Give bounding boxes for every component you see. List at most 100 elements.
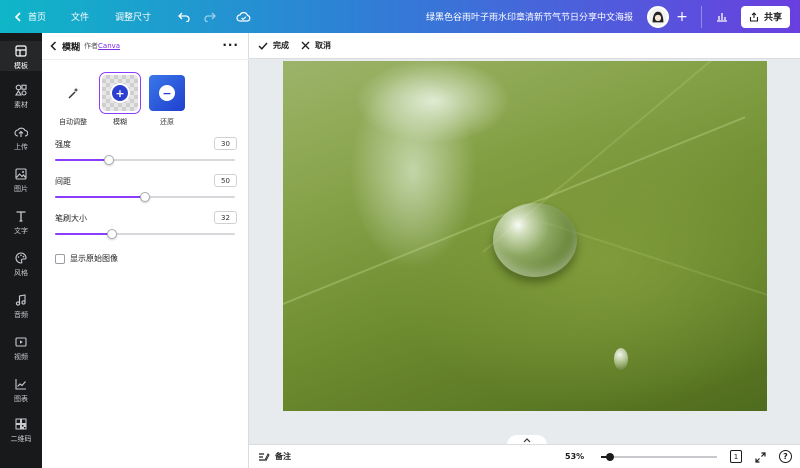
rail-item-elements[interactable]: 素材: [0, 83, 42, 110]
rail-item-audio[interactable]: 音频: [0, 293, 42, 320]
effect-label: 还原: [160, 118, 174, 126]
rail-item-upload[interactable]: 上传: [0, 125, 42, 152]
show-original-checkbox[interactable]: [55, 253, 65, 264]
chart-icon: [14, 377, 28, 391]
brush-size-value-input[interactable]: 32: [214, 211, 237, 224]
video-icon: [14, 335, 28, 349]
author-prefix: 作者: [84, 42, 99, 50]
brush-size-slider[interactable]: [55, 229, 235, 239]
panel-header: 模糊 作者Canva ···: [42, 33, 249, 59]
rail-item-qrcode[interactable]: 二维码: [0, 417, 42, 444]
rail-item-video[interactable]: 视频: [0, 335, 42, 362]
intensity-slider[interactable]: [55, 155, 235, 165]
spacing-label: 间距: [55, 177, 71, 186]
cancel-label: 取消: [315, 41, 331, 50]
intensity-slider-knob[interactable]: [104, 155, 114, 165]
effect-label: 模糊: [113, 118, 127, 126]
undo-icon[interactable]: [177, 0, 191, 33]
qrcode-icon: [14, 417, 28, 431]
insights-icon[interactable]: [700, 5, 731, 28]
rail-item-label: 风格: [14, 269, 28, 277]
text-icon: [14, 209, 28, 223]
show-original-label: 显示原始图像: [70, 254, 118, 263]
page-count-button[interactable]: 1: [730, 450, 742, 463]
brush-size-slider-knob[interactable]: [106, 229, 117, 239]
intensity-slider-row: 强度 30: [55, 137, 237, 167]
water-droplet: [493, 203, 577, 277]
done-button[interactable]: 完成: [258, 40, 289, 51]
rail-item-label: 文字: [14, 227, 28, 235]
rail-item-charts[interactable]: 图表: [0, 377, 42, 404]
magic-wand-icon: [55, 75, 91, 111]
zoom-slider[interactable]: [601, 453, 717, 461]
zoom-slider-knob[interactable]: [606, 453, 615, 461]
user-avatar-icon: [648, 7, 667, 26]
spacing-value-input[interactable]: 50: [214, 174, 237, 187]
music-icon: [14, 293, 28, 307]
resize-button[interactable]: 调整尺寸: [115, 0, 151, 33]
share-button[interactable]: 共享: [740, 5, 790, 28]
template-icon: [14, 44, 28, 58]
intensity-label: 强度: [55, 140, 71, 149]
home-button[interactable]: 首页: [28, 0, 46, 33]
rail-item-styles[interactable]: 风格: [0, 251, 42, 278]
effect-label: 自动调整: [59, 118, 87, 126]
done-label: 完成: [273, 41, 289, 50]
add-collaborator-icon[interactable]: +: [673, 8, 691, 26]
minus-icon: −: [159, 85, 175, 101]
rail-item-label: 二维码: [10, 435, 32, 443]
notes-icon: [259, 452, 270, 462]
rail-item-label: 素材: [14, 101, 28, 109]
brush-size-slider-row: 笔刷大小 32: [55, 211, 237, 241]
back-chevron-icon[interactable]: [12, 0, 24, 33]
spacing-slider-fill: [55, 196, 145, 198]
cloud-saved-icon[interactable]: [235, 0, 251, 33]
canvas-area: [249, 59, 800, 445]
file-menu-button[interactable]: 文件: [71, 0, 89, 33]
panel-divider: [42, 59, 249, 60]
spacing-slider-row: 间距 50: [55, 174, 237, 204]
intensity-slider-fill: [55, 159, 109, 161]
rail-item-photos[interactable]: 图片: [0, 167, 42, 194]
author-link[interactable]: Canva: [98, 42, 120, 50]
rail-item-label: 音频: [14, 311, 28, 319]
spacing-slider[interactable]: [55, 192, 235, 202]
effect-auto-adjust[interactable]: 自动调整: [55, 75, 91, 127]
zoom-level[interactable]: 53%: [565, 452, 584, 461]
effect-options: 自动调整 + 模糊 − 还原: [42, 75, 249, 135]
rail-item-label: 视频: [14, 353, 28, 361]
help-button[interactable]: ?: [779, 450, 792, 463]
panel-back-chevron-icon[interactable]: [50, 41, 60, 51]
blur-panel: 模糊 作者Canva ··· 自动调整 + 模糊 − 还原 强度 30 间距 5…: [42, 33, 249, 468]
leaf-photo[interactable]: [283, 61, 767, 411]
redo-icon[interactable]: [203, 0, 217, 33]
intensity-value-input[interactable]: 30: [214, 137, 237, 150]
spacing-slider-knob[interactable]: [140, 192, 150, 202]
rail-item-label: 模板: [14, 62, 28, 70]
close-icon: [301, 41, 310, 50]
left-rail: 模板 素材 上传 图片 文字 风格 音频 视频 图表 二维码: [0, 33, 42, 468]
avatar[interactable]: [646, 5, 669, 28]
more-options-icon[interactable]: ···: [222, 39, 239, 51]
show-original-row[interactable]: 显示原始图像: [55, 253, 118, 264]
fullscreen-icon[interactable]: [753, 450, 767, 464]
notes-button[interactable]: 备注: [258, 451, 291, 462]
photo-icon: [14, 167, 28, 181]
edit-toolbar: 完成 取消: [249, 33, 800, 59]
brush-size-label: 笔刷大小: [55, 214, 87, 223]
panel-title: 模糊: [62, 42, 81, 53]
brush-size-slider-fill: [55, 233, 112, 235]
rail-item-templates[interactable]: 模板: [0, 41, 42, 71]
rail-item-text[interactable]: 文字: [0, 209, 42, 236]
panel-author: 作者Canva: [84, 41, 120, 51]
effect-blur-brush[interactable]: + 模糊: [102, 75, 138, 127]
effect-restore[interactable]: − 还原: [149, 75, 185, 127]
top-bar: 首页 文件 调整尺寸 绿黑色谷雨叶子雨水印章清新节气节日分享中文海报 + 共享: [0, 0, 800, 33]
brush-add-icon: +: [102, 75, 138, 111]
rail-item-label: 图片: [14, 185, 28, 193]
check-icon: [258, 42, 268, 50]
elements-icon: [14, 83, 28, 97]
cancel-button[interactable]: 取消: [301, 40, 331, 51]
bottom-bar: 备注 53% 1 ?: [249, 444, 800, 468]
document-title[interactable]: 绿黑色谷雨叶子雨水印章清新节气节日分享中文海报: [426, 10, 633, 23]
